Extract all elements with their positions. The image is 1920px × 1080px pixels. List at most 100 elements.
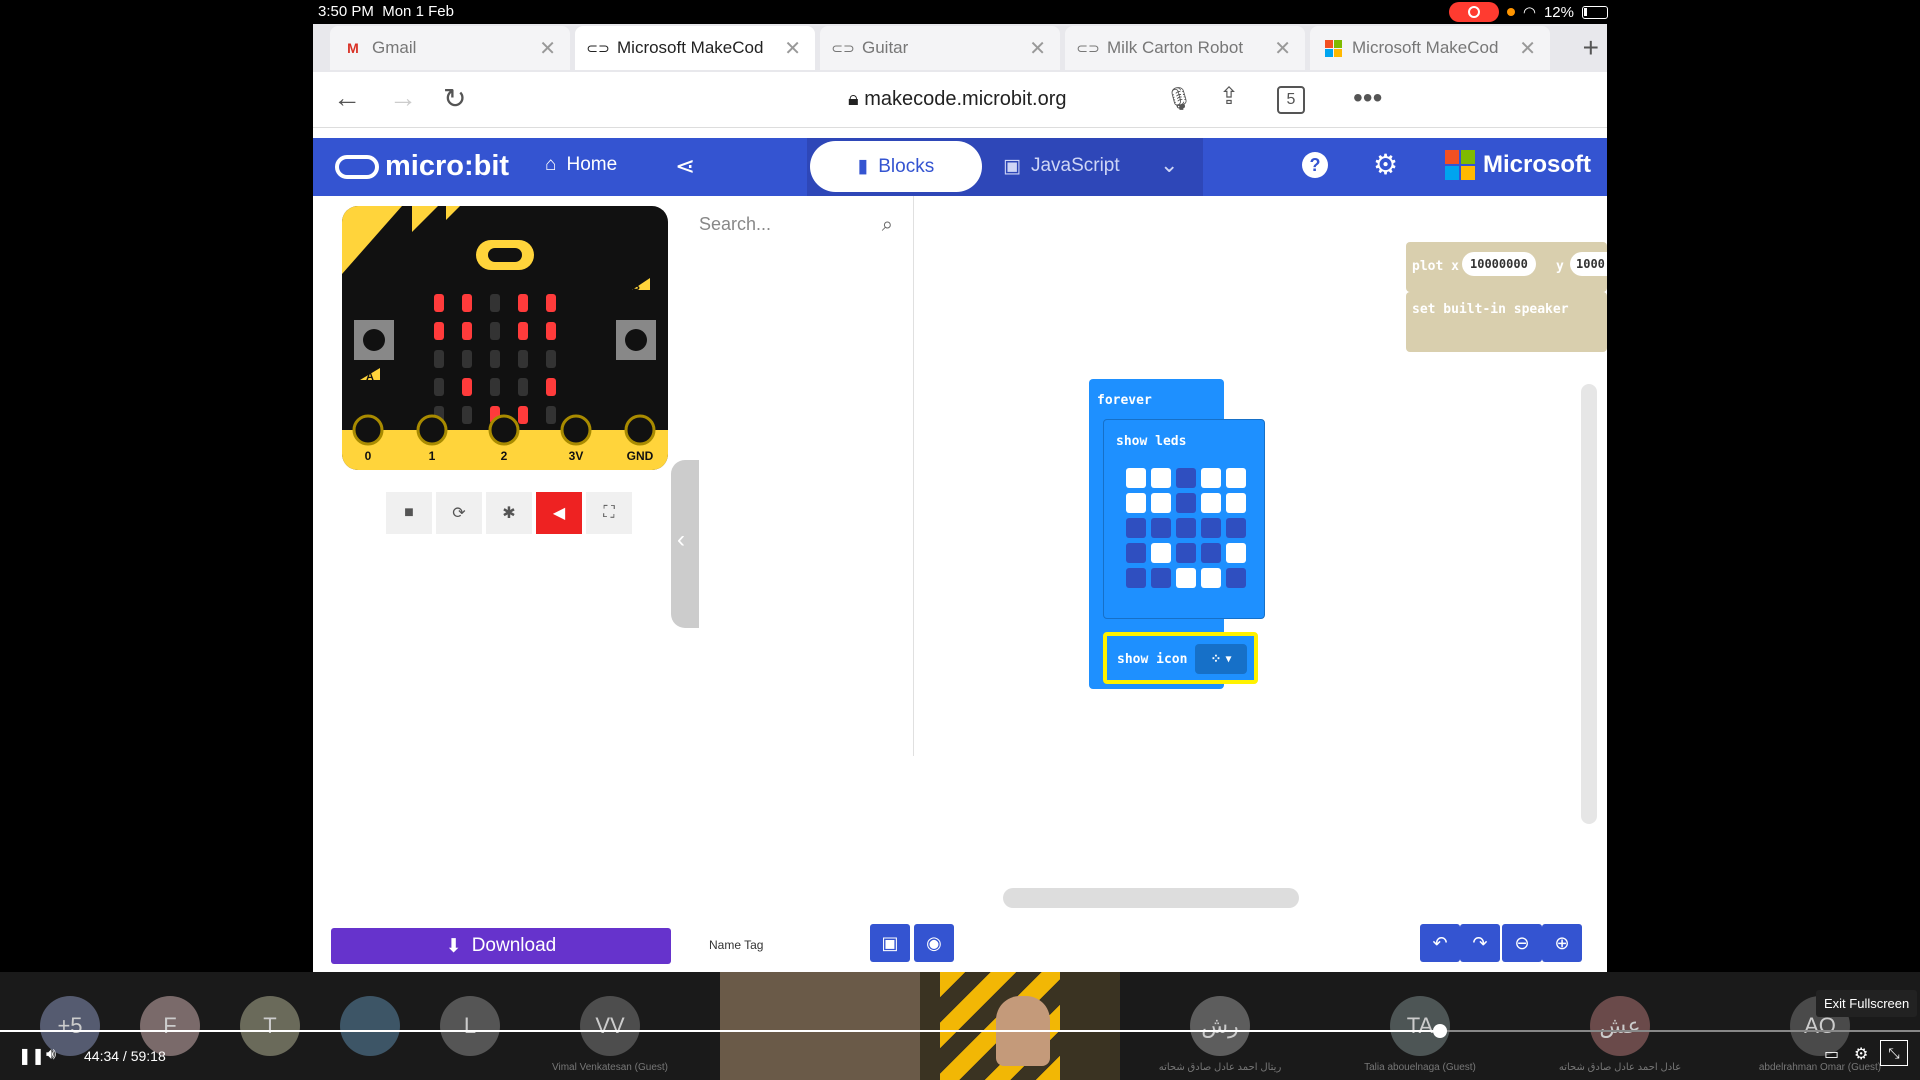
zoom-out-button[interactable]: ⊖ bbox=[1502, 924, 1542, 962]
led-cell[interactable] bbox=[1226, 518, 1246, 538]
pin-0[interactable] bbox=[352, 414, 384, 446]
url-field[interactable]: 🔒︎ makecode.microbit.org bbox=[848, 88, 1067, 111]
github-button[interactable]: ◉ bbox=[914, 924, 954, 962]
participant-avatar[interactable]: عش bbox=[1590, 996, 1650, 1056]
show-icon-block[interactable]: show icon ⁘ ▼ bbox=[1103, 632, 1258, 684]
close-icon[interactable]: ✕ bbox=[784, 36, 801, 61]
pin-1[interactable] bbox=[416, 414, 448, 446]
plot-block[interactable]: plot x 10000000 y 1000 bbox=[1406, 242, 1607, 292]
close-icon[interactable]: ✕ bbox=[1029, 36, 1046, 61]
tab-guitar[interactable]: ⊂⊃ Guitar ✕ bbox=[820, 26, 1060, 70]
led-cell[interactable] bbox=[1176, 568, 1196, 588]
simulator-led bbox=[518, 322, 528, 340]
redo-button[interactable]: ↷ bbox=[1460, 924, 1500, 962]
video-progress-knob[interactable] bbox=[1433, 1024, 1447, 1038]
icon-dropdown[interactable]: ⁘ ▼ bbox=[1195, 644, 1247, 674]
speaker-block[interactable]: set built-in speaker bbox=[1406, 292, 1607, 352]
fullscreen-icon[interactable]: ⛶ bbox=[586, 492, 632, 534]
led-cell[interactable] bbox=[1126, 493, 1146, 513]
exit-fullscreen-icon[interactable]: ⤡ bbox=[1880, 1040, 1908, 1066]
tab-count-button[interactable]: 5 bbox=[1277, 86, 1305, 114]
close-icon[interactable]: ✕ bbox=[1274, 36, 1291, 61]
share-icon[interactable]: ⇪ bbox=[1219, 82, 1239, 111]
help-icon[interactable]: ? bbox=[1302, 152, 1328, 178]
led-cell[interactable] bbox=[1151, 468, 1171, 488]
search-icon[interactable]: ⌕ bbox=[882, 214, 893, 237]
new-tab-icon[interactable]: + bbox=[1583, 32, 1599, 64]
close-icon[interactable]: ✕ bbox=[1519, 36, 1536, 61]
led-cell[interactable] bbox=[1226, 543, 1246, 563]
undo-button[interactable]: ↶ bbox=[1420, 924, 1460, 962]
home-button[interactable]: ⌂ Home bbox=[545, 154, 617, 176]
more-options-icon[interactable]: ••• bbox=[1353, 82, 1382, 114]
participant-avatar[interactable]: L bbox=[440, 996, 500, 1056]
blocks-tab[interactable]: ▮ Blocks bbox=[810, 141, 982, 192]
settings-icon[interactable]: ⚙ bbox=[1854, 1044, 1868, 1064]
led-cell[interactable] bbox=[1201, 493, 1221, 513]
led-cell[interactable] bbox=[1226, 568, 1246, 588]
participant-avatar[interactable]: F bbox=[140, 996, 200, 1056]
led-cell[interactable] bbox=[1126, 518, 1146, 538]
microbit-logo[interactable]: micro:bit bbox=[335, 150, 509, 183]
pause-icon[interactable]: ❚❚ bbox=[18, 1046, 45, 1066]
javascript-tab[interactable]: ▣ JavaScript bbox=[1003, 155, 1120, 178]
show-leds-block[interactable]: show leds bbox=[1103, 419, 1265, 619]
vertical-scrollbar[interactable] bbox=[1581, 384, 1597, 824]
plot-y-value[interactable]: 1000 bbox=[1570, 252, 1607, 276]
chevron-down-icon[interactable]: ⌄ bbox=[1160, 152, 1178, 178]
horizontal-scrollbar[interactable] bbox=[1003, 888, 1299, 908]
led-cell[interactable] bbox=[1226, 468, 1246, 488]
project-name-input[interactable]: Name Tag bbox=[709, 938, 763, 952]
zoom-in-button[interactable]: ⊕ bbox=[1542, 924, 1582, 962]
led-cell[interactable] bbox=[1176, 518, 1196, 538]
led-cell[interactable] bbox=[1126, 468, 1146, 488]
led-cell[interactable] bbox=[1201, 568, 1221, 588]
tab-milk-carton-robot[interactable]: ⊂⊃ Milk Carton Robot ✕ bbox=[1065, 26, 1305, 70]
led-cell[interactable] bbox=[1151, 568, 1171, 588]
led-cell[interactable] bbox=[1176, 493, 1196, 513]
led-cell[interactable] bbox=[1201, 518, 1221, 538]
restart-icon[interactable]: ⟳ bbox=[436, 492, 482, 534]
microsoft-brand[interactable]: Microsoft bbox=[1445, 150, 1591, 180]
led-cell[interactable] bbox=[1226, 493, 1246, 513]
led-cell[interactable] bbox=[1151, 543, 1171, 563]
download-button[interactable]: ⬇ Download bbox=[331, 928, 671, 964]
led-cell[interactable] bbox=[1201, 468, 1221, 488]
led-cell[interactable] bbox=[1126, 543, 1146, 563]
pin-gnd[interactable] bbox=[624, 414, 656, 446]
microphone-icon[interactable]: 🎙︎ bbox=[1165, 86, 1193, 112]
back-icon[interactable]: ← bbox=[333, 82, 361, 114]
share-project-icon[interactable]: ⋖ bbox=[675, 152, 695, 181]
gear-icon[interactable]: ⚙ bbox=[1373, 148, 1398, 181]
search-input[interactable]: Search... bbox=[699, 214, 771, 234]
participant-avatar[interactable]: T bbox=[240, 996, 300, 1056]
toolbox-search[interactable]: Search... ⌕ bbox=[699, 214, 897, 254]
microbit-simulator[interactable]: A B 0 1 2 3V GND bbox=[342, 206, 668, 470]
pin-3v[interactable] bbox=[560, 414, 592, 446]
plot-x-value[interactable]: 10000000 bbox=[1462, 252, 1536, 276]
forward-icon[interactable]: → bbox=[389, 82, 417, 114]
tab-makecode-active[interactable]: ⊂⊃ Microsoft MakeCod ✕ bbox=[575, 26, 815, 70]
led-cell[interactable] bbox=[1151, 518, 1171, 538]
participant-avatar[interactable]: VV bbox=[580, 996, 640, 1056]
led-cell[interactable] bbox=[1176, 468, 1196, 488]
participant-avatar[interactable]: رش bbox=[1190, 996, 1250, 1056]
close-icon[interactable]: ✕ bbox=[539, 36, 556, 61]
pin-2[interactable] bbox=[488, 414, 520, 446]
participant-avatar[interactable] bbox=[340, 996, 400, 1056]
tab-makecode-2[interactable]: Microsoft MakeCod ✕ bbox=[1310, 26, 1550, 70]
led-cell[interactable] bbox=[1126, 568, 1146, 588]
stop-icon[interactable]: ■ bbox=[386, 492, 432, 534]
volume-icon[interactable]: 🔊︎ bbox=[46, 1046, 56, 1064]
save-button[interactable]: ▣ bbox=[870, 924, 910, 962]
led-cell[interactable] bbox=[1176, 543, 1196, 563]
tab-gmail[interactable]: M Gmail ✕ bbox=[330, 26, 570, 70]
reload-icon[interactable]: ↻ bbox=[443, 82, 466, 115]
debug-icon[interactable]: ✱ bbox=[486, 492, 532, 534]
collapse-toolbox-handle[interactable]: ‹ bbox=[671, 460, 699, 628]
led-cell[interactable] bbox=[1151, 493, 1171, 513]
mute-icon[interactable]: ◀ bbox=[536, 492, 582, 534]
led-cell[interactable] bbox=[1201, 543, 1221, 563]
led-grid[interactable] bbox=[1126, 468, 1246, 588]
captions-icon[interactable]: ▭ bbox=[1824, 1044, 1839, 1064]
